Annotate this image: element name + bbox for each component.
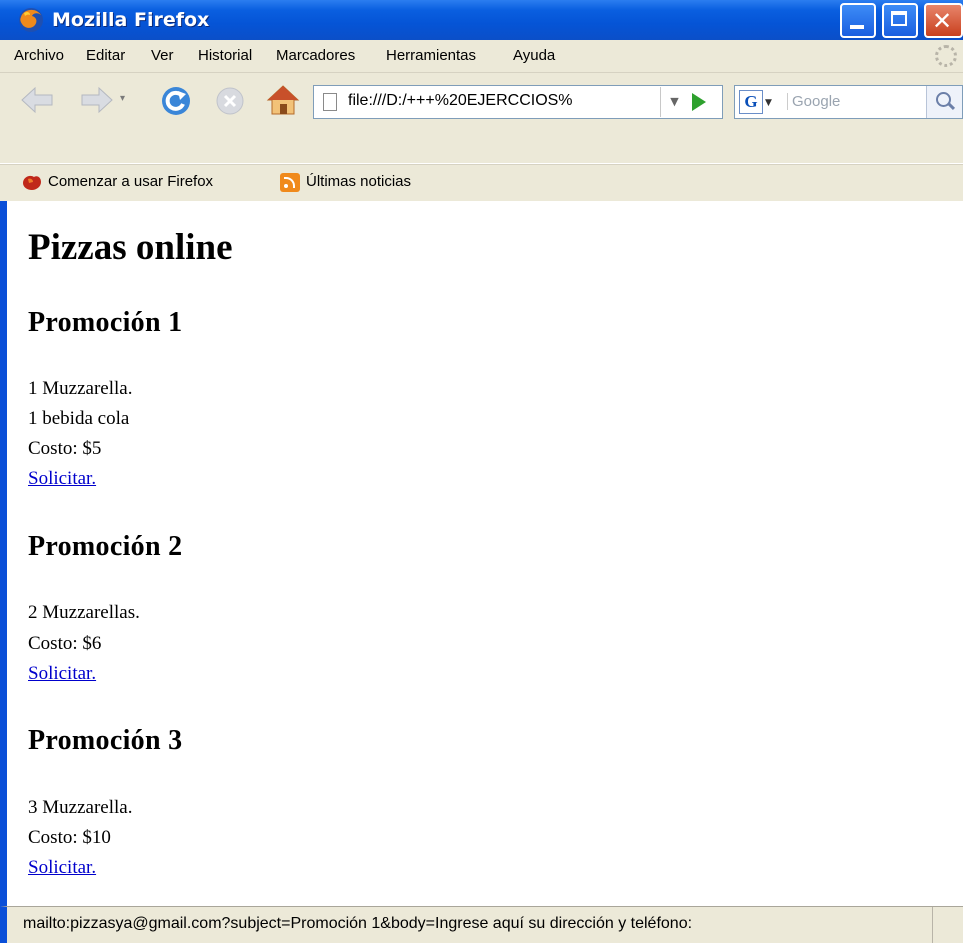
promo-3-heading: Promoción 3 xyxy=(28,725,183,756)
google-engine-icon[interactable]: G xyxy=(739,90,763,114)
home-icon[interactable] xyxy=(266,84,300,116)
menu-herramientas[interactable]: Herramientas xyxy=(386,47,476,64)
menu-archivo[interactable]: Archivo xyxy=(14,47,64,64)
status-bar: mailto:pizzasya@gmail.com?subject=Promoc… xyxy=(0,906,963,943)
minimize-icon xyxy=(850,25,864,29)
search-box[interactable]: G ▼ Google xyxy=(734,85,963,119)
promo-1-line-2: 1 bebida cola xyxy=(28,408,130,429)
address-bar[interactable]: file:///D:/+++%20EJERCCIOS% ▼ xyxy=(313,85,723,119)
menu-bar: Archivo Editar Ver Historial Marcadores … xyxy=(0,40,963,73)
navigation-toolbar: ▾ ▾ file:///D:/+++%20EJERCCIOS% ▼ G ▼ xyxy=(0,73,963,177)
page-viewport: Pizzas online Promoción 1 1 Muzzarella. … xyxy=(0,201,963,906)
reload-icon[interactable] xyxy=(160,85,192,117)
promo-3-solicitar-link[interactable]: Solicitar. xyxy=(28,857,96,879)
menu-ver[interactable]: Ver xyxy=(151,47,174,64)
promo-3-price: Costo: $10 xyxy=(28,827,111,848)
promo-1-line-1: 1 Muzzarella. xyxy=(28,378,133,399)
maximize-button[interactable] xyxy=(882,3,918,38)
status-text: mailto:pizzasya@gmail.com?subject=Promoc… xyxy=(23,915,693,932)
go-arrow-icon[interactable] xyxy=(692,93,706,111)
minimize-button[interactable] xyxy=(840,3,876,38)
promo-1-heading: Promoción 1 xyxy=(28,307,183,338)
firefox-start-icon xyxy=(23,175,41,190)
page-title: Pizzas online xyxy=(28,227,233,268)
promo-1-price: Costo: $5 xyxy=(28,438,102,459)
search-button[interactable] xyxy=(926,86,962,118)
promo-2-solicitar-link[interactable]: Solicitar. xyxy=(28,663,96,685)
forward-history-chevron-icon[interactable]: ▾ xyxy=(120,93,125,104)
bookmark-comenzar[interactable]: Comenzar a usar Firefox xyxy=(48,173,213,190)
resize-grip-icon[interactable] xyxy=(932,907,963,943)
menu-historial[interactable]: Historial xyxy=(198,47,252,64)
firefox-logo-icon xyxy=(19,8,43,32)
maximize-icon xyxy=(891,11,907,26)
page-icon xyxy=(323,93,337,111)
promo-1-solicitar-link[interactable]: Solicitar. xyxy=(28,468,96,490)
stop-icon[interactable] xyxy=(215,86,245,116)
close-button[interactable]: ✕ xyxy=(924,3,963,38)
bookmarks-toolbar: Comenzar a usar Firefox Últimas noticias xyxy=(0,164,963,202)
engine-chevron-icon[interactable]: ▼ xyxy=(765,98,772,108)
bookmark-ultimas-noticias[interactable]: Últimas noticias xyxy=(306,173,411,190)
address-url[interactable]: file:///D:/+++%20EJERCCIOS% xyxy=(348,92,648,110)
promo-3-line-1: 3 Muzzarella. xyxy=(28,797,133,818)
forward-arrow-icon[interactable] xyxy=(80,86,114,114)
back-arrow-icon[interactable] xyxy=(20,86,54,114)
menu-editar[interactable]: Editar xyxy=(86,47,125,64)
title-bar: Mozilla Firefox ✕ xyxy=(0,0,963,40)
promo-2-price: Costo: $6 xyxy=(28,633,102,654)
menu-ayuda[interactable]: Ayuda xyxy=(513,47,555,64)
rss-feed-icon xyxy=(280,173,300,192)
search-input[interactable]: Google xyxy=(787,93,840,110)
close-icon: ✕ xyxy=(932,7,953,35)
menu-marcadores[interactable]: Marcadores xyxy=(276,47,355,64)
promo-2-heading: Promoción 2 xyxy=(28,531,183,562)
activity-throbber-icon xyxy=(935,45,957,67)
window-title: Mozilla Firefox xyxy=(52,9,210,31)
browser-window: Mozilla Firefox ✕ Archivo Editar Ver His… xyxy=(0,0,963,943)
address-dropdown-icon[interactable]: ▼ xyxy=(660,87,688,117)
promo-2-line-1: 2 Muzzarellas. xyxy=(28,602,140,623)
